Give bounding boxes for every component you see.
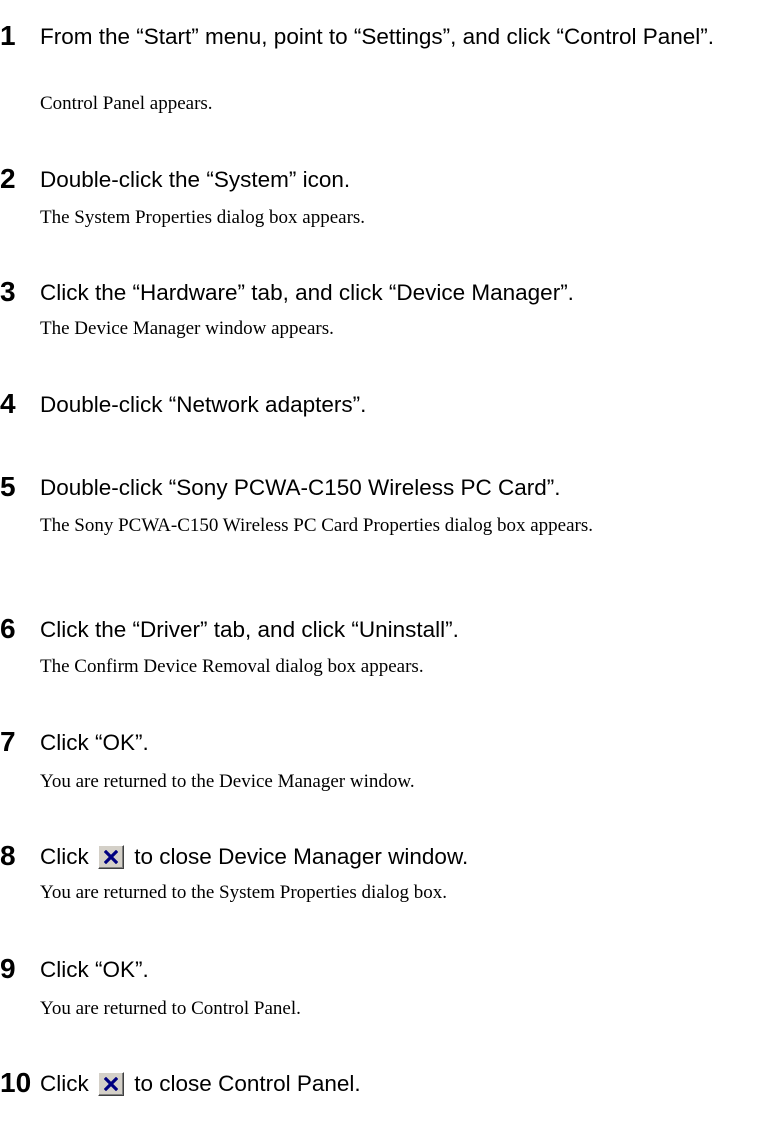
close-x-icon xyxy=(98,1072,125,1096)
step-result: The System Properties dialog box appears… xyxy=(40,207,366,228)
step-instruction-after: to close Device Manager window. xyxy=(134,844,469,869)
close-x-icon xyxy=(98,845,125,869)
step-instruction: Click to close Device Manager window. xyxy=(40,842,766,877)
step-instruction: Click “OK”. xyxy=(40,730,149,755)
close-button-illustration xyxy=(98,845,125,877)
step-number: 3 xyxy=(0,276,16,307)
step-result: You are returned to the System Propertie… xyxy=(40,882,448,903)
step-number: 1 xyxy=(0,20,16,51)
close-button-illustration xyxy=(98,1072,125,1104)
step-instruction-before: Click xyxy=(40,844,89,869)
step-number: 4 xyxy=(0,388,16,419)
step-number: 10 xyxy=(0,1067,32,1098)
step-result: You are returned to the Device Manager w… xyxy=(40,771,415,792)
step-number: 6 xyxy=(0,613,16,644)
step-result: The Confirm Device Removal dialog box ap… xyxy=(40,656,424,677)
step-instruction: Double-click “Network adapters”. xyxy=(40,392,367,417)
step-result: The Sony PCWA-C150 Wireless PC Card Prop… xyxy=(40,515,593,536)
step-instruction: Click the “Hardware” tab, and click “Dev… xyxy=(40,280,574,305)
step-instruction-before: Click xyxy=(40,1071,89,1096)
step-instruction: Click “OK”. xyxy=(40,957,149,982)
step-number: 8 xyxy=(0,840,16,871)
step-instruction: From the “Start” menu, point to “Setting… xyxy=(40,24,715,49)
step-instruction: Click the “Driver” tab, and click “Unins… xyxy=(40,617,459,642)
step-result: Control Panel appears. xyxy=(40,93,213,114)
step-instruction: Double-click the “System” icon. xyxy=(40,167,351,192)
step-result: You are returned to Control Panel. xyxy=(40,998,301,1019)
step-number: 7 xyxy=(0,726,16,757)
step-instruction: Click to close Control Panel. xyxy=(40,1069,766,1104)
step-number: 9 xyxy=(0,953,16,984)
step-number: 5 xyxy=(0,471,16,502)
step-result: The Device Manager window appears. xyxy=(40,318,334,339)
step-instruction: Double-click “Sony PCWA-C150 Wireless PC… xyxy=(40,475,561,500)
step-instruction-after: to close Control Panel. xyxy=(134,1071,361,1096)
step-number: 2 xyxy=(0,163,16,194)
